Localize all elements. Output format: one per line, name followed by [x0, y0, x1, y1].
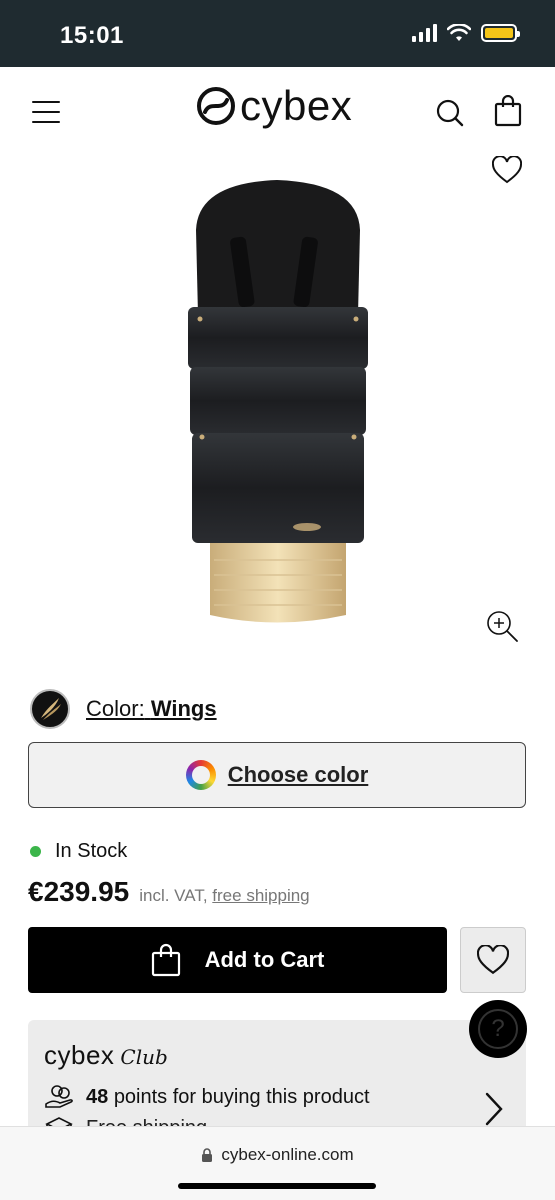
points-text: points for buying this product	[113, 1085, 370, 1108]
club-logo-sub: Club	[120, 1045, 168, 1069]
wifi-icon	[447, 24, 471, 41]
search-icon[interactable]	[436, 99, 464, 127]
free-shipping-link[interactable]: free shipping	[212, 886, 309, 905]
add-to-cart-label: Add to Cart	[204, 947, 325, 972]
add-to-cart-button[interactable]: Add to Cart	[28, 927, 447, 993]
logo-text: cybex	[240, 82, 353, 129]
choose-color-label: Choose color	[227, 762, 369, 787]
browser-url-bar[interactable]: cybex-online.com	[0, 1126, 555, 1200]
cybex-logo-mark-icon	[197, 87, 235, 125]
wings-swatch-icon	[41, 698, 61, 720]
battery-icon	[481, 24, 520, 42]
product-image	[188, 180, 368, 623]
signal-icon	[412, 24, 437, 42]
question-icon: ?	[478, 1009, 518, 1049]
site-header: cybex	[0, 67, 555, 157]
color-row: Color: Wings	[30, 689, 217, 729]
lock-icon	[202, 1148, 213, 1162]
url-display[interactable]: cybex-online.com	[0, 1145, 555, 1165]
wishlist-heart-icon[interactable]	[492, 156, 522, 184]
home-indicator[interactable]	[178, 1183, 376, 1189]
status-bar: 15:01	[0, 0, 555, 67]
price: €239.95	[28, 876, 130, 907]
club-points-line: 48 points for buying this product	[44, 1084, 370, 1110]
choose-color-button[interactable]: Choose color	[28, 742, 526, 808]
stock-dot-icon	[30, 846, 41, 857]
battery-level	[485, 28, 513, 38]
wishlist-button[interactable]	[460, 927, 526, 993]
price-note: incl. VAT, free shipping	[139, 886, 309, 906]
zoom-icon[interactable]	[484, 608, 520, 644]
color-swatch[interactable]	[30, 689, 70, 729]
shopping-bag-icon	[151, 943, 180, 977]
stock-status: In Stock	[30, 840, 127, 863]
color-wheel-icon	[185, 760, 216, 790]
price-vat: incl. VAT,	[139, 886, 208, 905]
status-time: 15:01	[60, 22, 124, 49]
color-label-text: Color:	[86, 696, 145, 721]
url-text: cybex-online.com	[221, 1145, 354, 1164]
points-value: 48	[86, 1085, 109, 1108]
color-label[interactable]: Color: Wings	[86, 696, 217, 722]
shopping-bag-icon[interactable]	[494, 95, 522, 127]
chevron-right-icon[interactable]	[484, 1092, 504, 1126]
heart-icon	[477, 945, 509, 975]
club-logo-main: cybex	[44, 1040, 115, 1070]
color-value: Wings	[150, 696, 217, 721]
help-button[interactable]: ?	[469, 1000, 527, 1058]
coins-hand-icon	[45, 1085, 73, 1108]
cybex-logo[interactable]: cybex	[196, 85, 352, 127]
stock-text: In Stock	[55, 840, 128, 862]
status-icons	[412, 24, 520, 42]
price-row: €239.95 incl. VAT, free shipping	[28, 876, 310, 908]
club-logo: cybex Club	[44, 1040, 168, 1071]
menu-icon[interactable]	[32, 101, 60, 123]
